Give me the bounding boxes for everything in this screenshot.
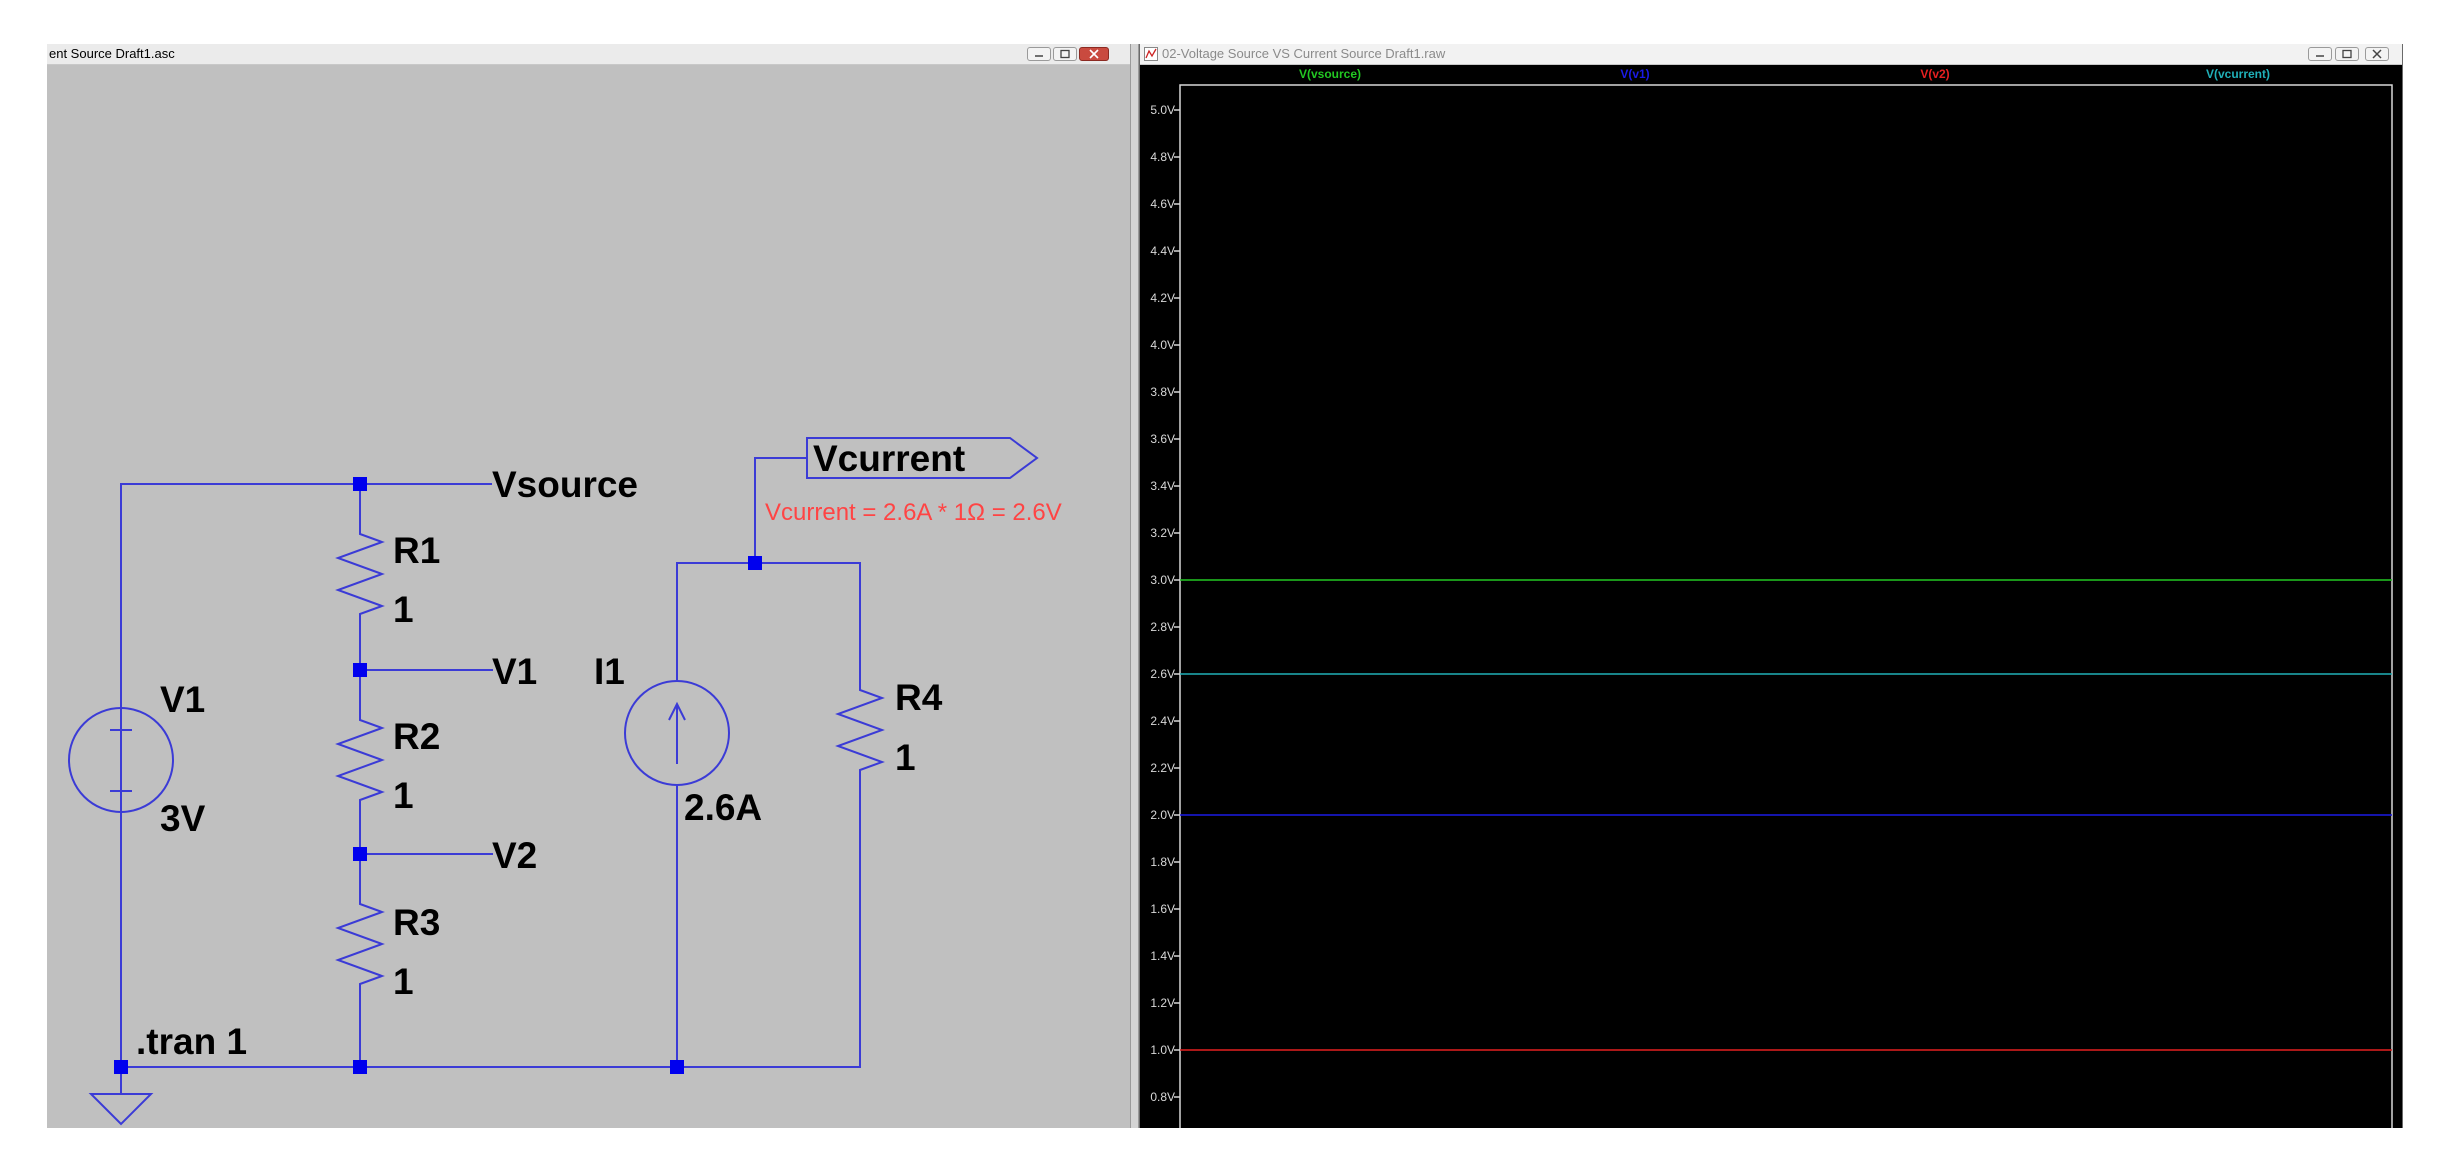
r4-value-label: 1	[895, 737, 916, 778]
y-tick-label: 4.6V	[1150, 197, 1175, 211]
vsrc-name-label: V1	[160, 679, 205, 720]
wires	[120, 457, 861, 1094]
junction-dot	[670, 1060, 684, 1074]
junction-dot	[353, 477, 367, 491]
r4-name-label: R4	[895, 677, 943, 718]
v2-net-label: V2	[492, 835, 537, 876]
y-tick-label: 2.0V	[1150, 808, 1175, 822]
y-tick-label: 3.8V	[1150, 385, 1175, 399]
legend-label[interactable]: V(vsource)	[1299, 67, 1361, 81]
maximize-button[interactable]	[2335, 47, 2359, 61]
resistor-r3[interactable]	[335, 896, 385, 999]
junction-dot	[353, 847, 367, 861]
y-tick-label: 0.8V	[1150, 1090, 1175, 1104]
waveform-window[interactable]: 02-Voltage Source VS Current Source Draf…	[1139, 44, 2403, 1128]
window-splitter[interactable]	[1130, 44, 1139, 1128]
y-tick-label: 3.2V	[1150, 526, 1175, 540]
current-source-i1[interactable]	[624, 680, 730, 786]
resistor-r4[interactable]	[835, 680, 885, 786]
y-tick-label: 1.6V	[1150, 902, 1175, 916]
junction-dot	[114, 1060, 128, 1074]
r3-name-label: R3	[393, 902, 440, 943]
waveform-titlebar[interactable]: 02-Voltage Source VS Current Source Draf…	[1140, 44, 2402, 65]
junction-dot	[748, 556, 762, 570]
legend-label[interactable]: V(vcurrent)	[2206, 67, 2270, 81]
legend-label[interactable]: V(v2)	[1920, 67, 1949, 81]
y-tick-label: 2.8V	[1150, 620, 1175, 634]
close-button[interactable]	[2365, 47, 2389, 61]
waveform-plot[interactable]: 5.0V 4.8V 4.6V 4.4V 4.2V 4.0V 3.8V 3.6V 3.4V 3.2V…	[1140, 65, 2403, 1128]
r1-value-label: 1	[393, 589, 414, 630]
y-tick-label: 1.2V	[1150, 996, 1175, 1010]
waveform-window-title: 02-Voltage Source VS Current Source Draf…	[1162, 46, 1446, 61]
v1-net-label: V1	[492, 651, 537, 692]
y-tick-label: 4.2V	[1150, 291, 1175, 305]
schematic-window[interactable]: ent Source Draft1.asc Vsource Vcurrent V…	[47, 44, 1130, 1128]
y-tick-label: 2.4V	[1150, 714, 1175, 728]
y-tick-label: 1.0V	[1150, 1043, 1175, 1057]
close-icon	[2372, 49, 2382, 59]
y-tick-label: 3.6V	[1150, 432, 1175, 446]
vcurrent-net-label: Vcurrent	[813, 438, 965, 479]
y-tick-label: 4.8V	[1150, 150, 1175, 164]
y-tick-label: 4.4V	[1150, 244, 1175, 258]
junction-dot	[353, 663, 367, 677]
y-tick-label: 3.0V	[1150, 573, 1175, 587]
y-tick-label: 2.2V	[1150, 761, 1175, 775]
isrc-value-label: 2.6A	[684, 787, 762, 828]
r2-name-label: R2	[393, 716, 440, 757]
y-tick-label: 3.4V	[1150, 479, 1175, 493]
vsource-net-label: Vsource	[492, 464, 638, 505]
y-tick-label: 4.0V	[1150, 338, 1175, 352]
minimize-icon	[2316, 55, 2324, 57]
vcurrent-annotation: Vcurrent = 2.6A * 1Ω = 2.6V	[765, 499, 1062, 526]
resistor-r1[interactable]	[335, 524, 385, 630]
r3-value-label: 1	[393, 961, 414, 1002]
r1-name-label: R1	[393, 530, 440, 571]
resistor-r2[interactable]	[335, 712, 385, 815]
y-tick-label: 1.8V	[1150, 855, 1175, 869]
waveform-app-icon	[1144, 47, 1158, 61]
vsrc-value-label: 3V	[160, 798, 206, 839]
schematic-canvas[interactable]: Vsource Vcurrent Vcurrent = 2.6A * 1Ω = …	[47, 44, 1130, 1128]
r2-value-label: 1	[393, 775, 414, 816]
minimize-button[interactable]	[2308, 47, 2332, 61]
y-tick-label: 1.4V	[1150, 949, 1175, 963]
legend-label[interactable]: V(v1)	[1620, 67, 1649, 81]
tran-directive[interactable]: .tran 1	[136, 1021, 247, 1062]
junction-dot	[353, 1060, 367, 1074]
ground-symbol	[88, 1093, 154, 1126]
maximize-icon	[2342, 49, 2352, 59]
isrc-name-label: I1	[594, 651, 625, 692]
y-tick-label: 5.0V	[1150, 103, 1175, 117]
y-tick-label: 2.6V	[1150, 667, 1175, 681]
